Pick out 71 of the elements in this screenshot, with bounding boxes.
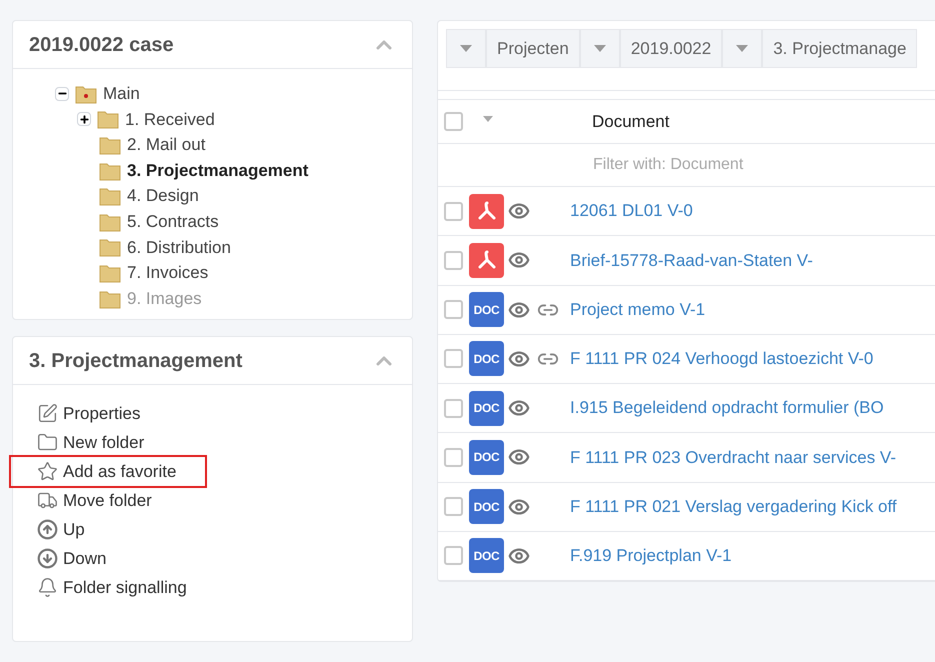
breadcrumb-item[interactable]: Projecten [486,29,580,68]
document-link[interactable]: I.915 Begeleidend opdracht formulier (BO [570,395,884,421]
doc-file-badge: DOC [469,341,504,376]
column-header[interactable]: Document [592,108,670,134]
caret-icon [460,45,472,52]
doc-file-badge: DOC [469,489,504,524]
doc-file-badge: DOC [469,440,504,475]
document-link[interactable]: Project memo V-1 [570,296,706,322]
checkbox[interactable] [444,250,463,270]
breadcrumb-dropdown[interactable] [722,29,762,68]
action-link[interactable]: Folder signalling [35,573,187,602]
action-link[interactable]: Down [35,544,106,573]
checkbox[interactable] [444,112,463,132]
caret-icon[interactable] [483,116,493,122]
caret-icon [594,45,606,52]
tree-item[interactable]: 3. Projectmanagement [127,158,308,184]
doc-file-badge: DOC [469,292,504,328]
star-icon [37,461,58,482]
doc-file-badge: DOC [469,538,504,574]
action-link[interactable]: Add as favorite [11,457,205,486]
checkbox[interactable] [444,398,463,418]
tree-item[interactable]: 6. Distribution [127,234,231,260]
folder-icon [99,134,121,155]
checkbox[interactable] [444,497,463,516]
action-link[interactable]: New folder [35,428,144,457]
document-link[interactable]: F 1111 PR 023 Overdracht naar services V- [570,444,896,470]
tree-item[interactable]: 2. Mail out [127,132,206,158]
doc-file-badge: DOC [469,390,504,426]
arrow-down-icon [37,548,58,569]
breadcrumb-dropdown[interactable] [446,29,486,68]
collapse-toggle[interactable] [55,86,69,101]
tree-item[interactable]: 5. Contracts [127,209,219,235]
tree-item[interactable]: 1. Received [125,106,215,132]
document-link[interactable]: F 1111 PR 024 Verhoogd lastoezicht V-0 [570,346,874,372]
folder-icon [99,186,121,206]
folder-icon [97,109,119,130]
truck-icon [37,490,58,511]
checkbox[interactable] [444,448,463,467]
breadcrumb-item[interactable]: 2019.0022 [620,29,722,68]
folder-icon [99,160,121,181]
arrow-up-icon [37,519,58,540]
plus-icon [78,114,90,125]
breadcrumb-item[interactable]: 3. Projectmanage [762,29,918,68]
document-link[interactable]: F 1111 PR 021 Verslag vergadering Kick off [570,494,897,520]
folder-icon [99,288,121,309]
folder-icon [99,262,121,283]
tree-item[interactable]: 7. Invoices [127,260,208,286]
tree-item[interactable]: Main [103,81,140,107]
expand-toggle[interactable] [77,112,91,126]
folder-icon [37,432,58,453]
folder-icon [99,237,121,258]
bell-icon [37,577,58,598]
checkbox[interactable] [444,202,463,221]
tree-item[interactable]: 4. Design [127,183,199,209]
folder-icon [75,84,97,104]
panel-title: 3. Projectmanagement [29,348,242,374]
checkbox[interactable] [444,546,463,566]
document-link[interactable]: Brief-15778-Raad-van-Staten V- [570,248,813,274]
document-link[interactable]: 12061 DL01 V-0 [570,198,693,224]
panel-title: 2019.0022 case [29,32,174,58]
breadcrumb-dropdown[interactable] [580,29,620,68]
document-link[interactable]: F.919 Projectplan V-1 [570,543,732,569]
checkbox[interactable] [444,300,463,320]
action-link[interactable]: Properties [35,399,140,428]
folder-icon [99,212,121,232]
caret-icon [736,45,748,52]
filter-field[interactable]: Filter with: Document [593,152,893,177]
edit-icon [37,403,58,424]
action-link[interactable]: Up [35,515,85,544]
checkbox[interactable] [444,349,463,368]
action-link[interactable]: Move folder [35,486,152,515]
